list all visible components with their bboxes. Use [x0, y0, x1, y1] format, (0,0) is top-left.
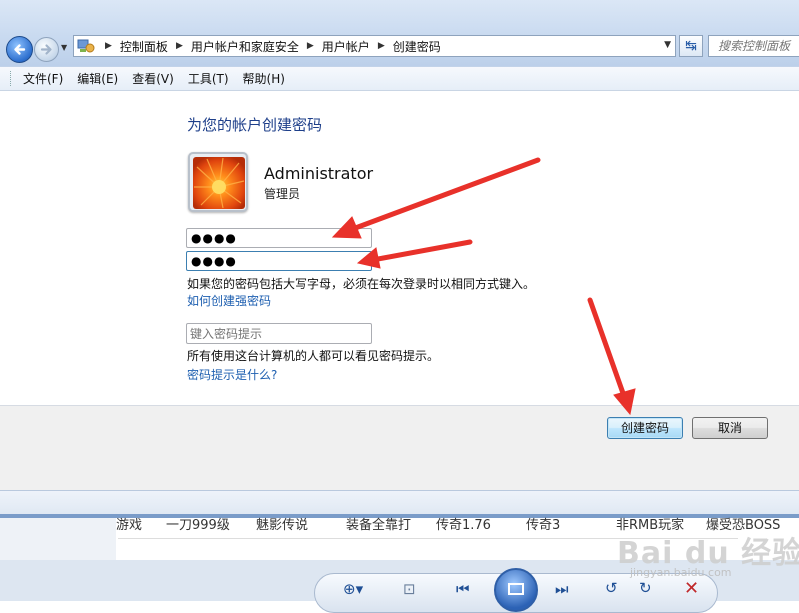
caps-note: 如果您的密码包括大写字母，必须在每次登录时以相同方式键入。	[187, 277, 536, 291]
recent-pages-dropdown[interactable]: ▼	[61, 43, 71, 53]
forward-icon	[40, 44, 52, 55]
breadcrumb-control-panel[interactable]: 控制面板	[120, 38, 168, 55]
strong-password-link[interactable]: 如何创建强密码	[187, 292, 271, 309]
what-is-password-hint-link[interactable]: 密码提示是什么?	[187, 366, 277, 383]
background-text: 游戏	[116, 518, 143, 533]
menu-file[interactable]: 文件(F)	[23, 70, 63, 87]
cancel-button[interactable]: 取消	[692, 417, 768, 439]
background-text: 魅影传说	[256, 518, 309, 533]
status-bar	[0, 490, 799, 515]
back-button[interactable]	[6, 36, 33, 63]
background-text: 一刀999级	[166, 518, 230, 533]
fit-icon[interactable]: ⊡	[403, 580, 416, 598]
background-left-panel	[0, 518, 116, 560]
delete-icon[interactable]: ✕	[684, 578, 699, 599]
rotate-right-icon[interactable]: ↻	[639, 579, 652, 597]
refresh-icon: ↹	[685, 38, 697, 54]
address-bar[interactable]: ▶ 控制面板 ▶ 用户帐户和家庭安全 ▶ 用户帐户 ▶ 创建密码 ▼	[73, 35, 676, 57]
password-hint-input[interactable]	[186, 323, 372, 344]
previous-icon[interactable]: ⏮	[456, 580, 470, 598]
create-password-button[interactable]: 创建密码	[607, 417, 683, 439]
forward-button[interactable]	[34, 37, 59, 62]
breadcrumb-user-accounts[interactable]: 用户帐户	[322, 38, 370, 55]
breadcrumb-create-password[interactable]: 创建密码	[393, 38, 441, 55]
user-flower-picture	[193, 157, 245, 209]
watermark-url: jingyan.baidu.com	[630, 566, 732, 579]
background-text: 传奇1.76	[436, 518, 491, 533]
menu-view[interactable]: 查看(V)	[132, 70, 174, 87]
user-role: 管理员	[264, 187, 301, 201]
new-password-field[interactable]: ●●●●	[186, 228, 372, 248]
avatar	[188, 152, 248, 212]
menu-bar: 文件(F) 编辑(E) 查看(V) 工具(T) 帮助(H)	[0, 66, 799, 91]
menu-edit[interactable]: 编辑(E)	[77, 70, 118, 87]
control-panel-icon	[77, 39, 95, 53]
hint-note: 所有使用这台计算机的人都可以看见密码提示。	[187, 349, 440, 363]
search-input[interactable]	[709, 36, 799, 55]
search-box[interactable]	[708, 35, 799, 57]
user-name: Administrator	[264, 164, 374, 183]
menu-tools[interactable]: 工具(T)	[188, 70, 229, 87]
menu-grip	[10, 71, 14, 86]
next-icon[interactable]: ⏭	[555, 580, 569, 598]
menu-help[interactable]: 帮助(H)	[243, 70, 285, 87]
page-title: 为您的帐户创建密码	[187, 116, 323, 134]
breadcrumb-separator[interactable]: ▶	[378, 41, 385, 51]
breadcrumb-separator: ▶	[105, 41, 112, 51]
address-dropdown-icon[interactable]: ▼	[664, 40, 671, 50]
refresh-button[interactable]: ↹	[679, 35, 703, 57]
breadcrumb-user-accounts-family-safety[interactable]: 用户帐户和家庭安全	[191, 38, 299, 55]
confirm-password-field[interactable]: ●●●●	[186, 251, 372, 271]
slideshow-icon[interactable]	[494, 568, 538, 612]
zoom-icon[interactable]: ⊕▾	[343, 580, 363, 598]
back-icon	[14, 44, 26, 55]
background-text: 装备全靠打	[346, 518, 412, 533]
background-text: 传奇3	[526, 518, 561, 533]
breadcrumb-separator[interactable]: ▶	[307, 41, 314, 51]
rotate-left-icon[interactable]: ↺	[605, 579, 618, 597]
breadcrumb-separator[interactable]: ▶	[176, 41, 183, 51]
